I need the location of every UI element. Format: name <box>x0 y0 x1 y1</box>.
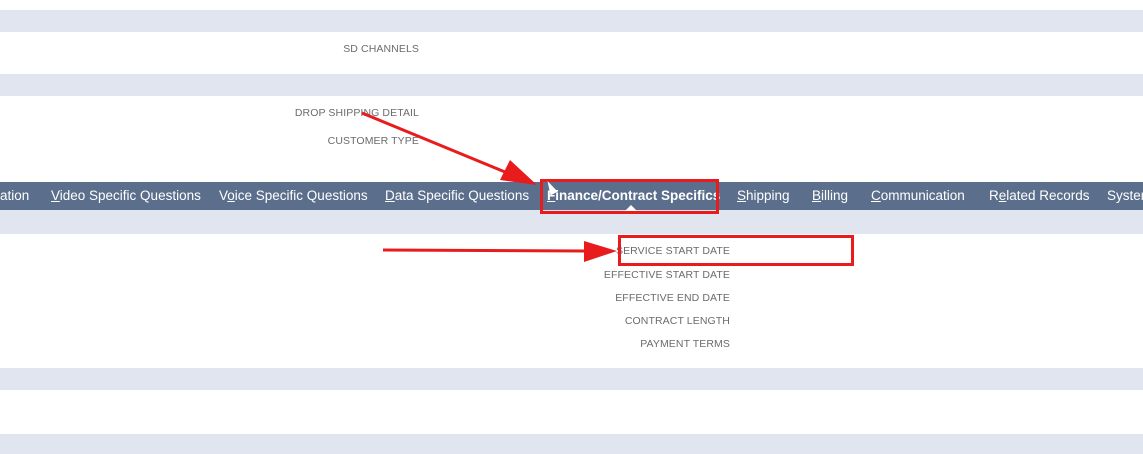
tab-billing[interactable]: Billing <box>812 182 848 210</box>
tab-data-specific-questions[interactable]: Data Specific Questions <box>385 182 529 210</box>
field-label-payment-terms: PAYMENT TERMS <box>640 338 730 350</box>
tab-communication[interactable]: Communication <box>871 182 965 210</box>
section-divider-band <box>0 368 1143 390</box>
field-label-contract-length: CONTRACT LENGTH <box>624 315 730 327</box>
tab-shipping[interactable]: Shipping <box>737 182 790 210</box>
field-label-customer-type: CUSTOMER TYPE <box>327 135 419 147</box>
tab-information[interactable]: ation <box>0 182 29 210</box>
field-label-drop-shipping-detail: DROP SHIPPING DETAIL <box>294 107 419 119</box>
annotation-arrow-to-tab <box>361 111 537 185</box>
section-divider-band <box>0 10 1143 32</box>
tab-voice-specific-questions[interactable]: Voice Specific Questions <box>219 182 368 210</box>
section-divider-band <box>0 434 1143 454</box>
tab-related-records[interactable]: Related Records <box>989 182 1090 210</box>
annotation-box-finance-tab <box>540 179 719 214</box>
field-label-effective-start-date: EFFECTIVE START DATE <box>603 269 730 281</box>
tab-video-specific-questions[interactable]: Video Specific Questions <box>51 182 201 210</box>
annotation-arrow-to-field <box>382 241 617 262</box>
tab-system-information[interactable]: Syster <box>1107 182 1143 210</box>
field-label-sd-channels: SD CHANNELS <box>343 43 419 55</box>
field-label-effective-end-date: EFFECTIVE END DATE <box>615 292 730 304</box>
annotation-box-service-start-date <box>618 235 854 266</box>
section-divider-band <box>0 74 1143 96</box>
